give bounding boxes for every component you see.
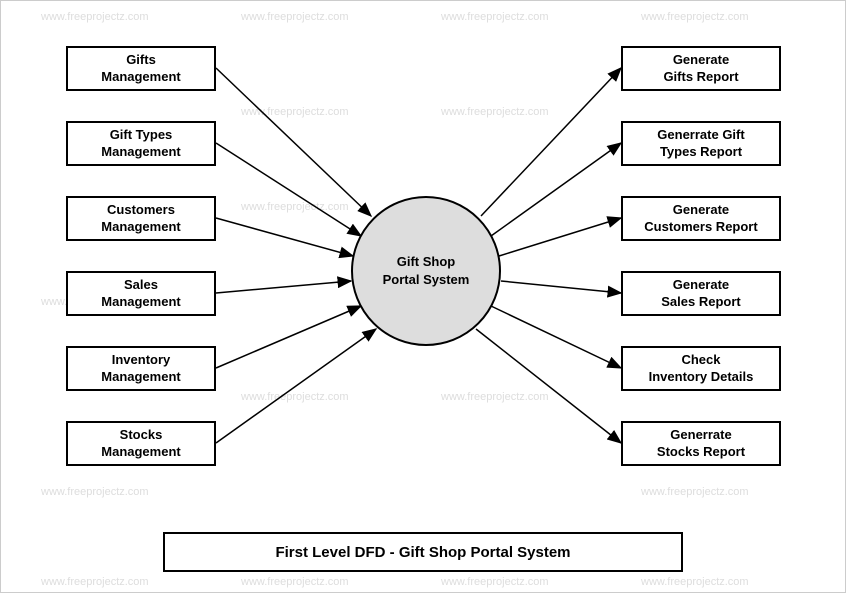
box-label: GenerateSales Report (661, 277, 740, 311)
entity-generate-gift-types-report: Generrate GiftTypes Report (621, 121, 781, 166)
box-label: CustomersManagement (101, 202, 180, 236)
entity-generate-customers-report: GenerateCustomers Report (621, 196, 781, 241)
watermark: www.freeprojectz.com (641, 576, 749, 588)
watermark: www.freeprojectz.com (441, 106, 549, 118)
process-gift-shop-portal-system: Gift ShopPortal System (351, 196, 501, 346)
entity-generate-stocks-report: GenerrateStocks Report (621, 421, 781, 466)
watermark: www.freeprojectz.com (41, 11, 149, 23)
watermark: www.freeprojectz.com (241, 106, 349, 118)
box-label: SalesManagement (101, 277, 180, 311)
box-label: StocksManagement (101, 427, 180, 461)
watermark: www.freeprojectz.com (441, 11, 549, 23)
watermark: www.freeprojectz.com (241, 391, 349, 403)
watermark: www.freeprojectz.com (641, 11, 749, 23)
box-label: GenerateGifts Report (663, 52, 738, 86)
diagram-title: First Level DFD - Gift Shop Portal Syste… (163, 532, 683, 572)
entity-gifts-management: GiftsManagement (66, 46, 216, 91)
title-label: First Level DFD - Gift Shop Portal Syste… (275, 544, 570, 561)
box-label: GenerrateStocks Report (657, 427, 745, 461)
entity-sales-management: SalesManagement (66, 271, 216, 316)
entity-generate-sales-report: GenerateSales Report (621, 271, 781, 316)
watermark: www.freeprojectz.com (41, 486, 149, 498)
watermark: www.freeprojectz.com (241, 576, 349, 588)
box-label: CheckInventory Details (649, 352, 754, 386)
entity-check-inventory-details: CheckInventory Details (621, 346, 781, 391)
box-label: InventoryManagement (101, 352, 180, 386)
entity-inventory-management: InventoryManagement (66, 346, 216, 391)
watermark: www.freeprojectz.com (441, 576, 549, 588)
entity-stocks-management: StocksManagement (66, 421, 216, 466)
watermark: www.freeprojectz.com (641, 486, 749, 498)
box-label: Gift TypesManagement (101, 127, 180, 161)
entity-customers-management: CustomersManagement (66, 196, 216, 241)
entity-gift-types-management: Gift TypesManagement (66, 121, 216, 166)
watermark: www.freeprojectz.com (441, 391, 549, 403)
box-label: GenerateCustomers Report (644, 202, 757, 236)
box-label: Generrate GiftTypes Report (657, 127, 744, 161)
box-label: GiftsManagement (101, 52, 180, 86)
watermark: www.freeprojectz.com (241, 201, 349, 213)
diagram-container: { "watermark": "www.freeprojectz.com", "… (0, 0, 846, 593)
watermark: www.freeprojectz.com (41, 576, 149, 588)
watermark: www.freeprojectz.com (241, 11, 349, 23)
circle-label: Gift ShopPortal System (383, 253, 470, 289)
entity-generate-gifts-report: GenerateGifts Report (621, 46, 781, 91)
